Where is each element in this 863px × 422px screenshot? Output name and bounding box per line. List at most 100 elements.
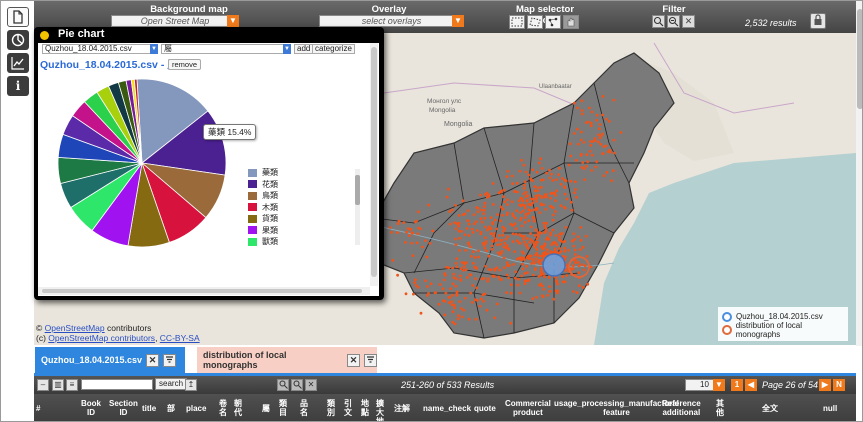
map-point[interactable] [506,169,510,173]
map-point[interactable] [464,296,467,300]
column-header[interactable]: 擴大地 [376,399,384,421]
map-point[interactable] [505,244,509,247]
map-point[interactable] [455,292,459,295]
map-point[interactable] [580,152,583,156]
map-point[interactable] [598,136,602,140]
filter-icon[interactable] [163,353,177,367]
map-point[interactable] [558,247,562,250]
map-point[interactable] [511,232,515,236]
map-point[interactable] [443,299,447,303]
map-point[interactable] [526,271,529,275]
map-point[interactable] [506,203,509,207]
map-point[interactable] [449,287,452,291]
map-point[interactable] [523,240,526,244]
map-point[interactable] [487,194,491,198]
map-point[interactable] [515,209,519,213]
menu-icon[interactable]: ≡ [66,379,78,391]
map-point[interactable] [462,265,466,269]
osm-contributors-link[interactable]: OpenStreetMap contributors [48,333,155,343]
map-point[interactable] [572,290,575,293]
map-point[interactable] [490,244,494,248]
map-point[interactable] [485,308,489,312]
search-button[interactable]: search [155,378,188,390]
map-point[interactable] [491,274,495,278]
map-point[interactable] [574,261,577,265]
map-point[interactable] [526,237,529,240]
map-point[interactable] [500,278,503,281]
map-point[interactable] [563,280,567,284]
map-point[interactable] [578,284,581,288]
map-point[interactable] [548,285,551,288]
map-point[interactable] [521,256,525,260]
map-point[interactable] [447,266,450,270]
map-point[interactable] [499,242,502,246]
map-point[interactable] [450,293,454,297]
map-point[interactable] [601,152,604,155]
map-point[interactable] [486,227,490,231]
map-point[interactable] [525,264,528,268]
map-point[interactable] [549,231,552,235]
map-point[interactable] [550,205,553,209]
map-point[interactable] [572,101,576,105]
map-point[interactable] [491,239,494,243]
map-point[interactable] [480,208,484,212]
polygon-select-icon[interactable] [527,15,543,29]
map-point[interactable] [604,117,608,121]
rectangle-select-icon[interactable] [509,15,525,29]
map-point[interactable] [520,274,524,278]
column-header[interactable]: 全文 [762,404,778,413]
map-point[interactable] [594,165,598,169]
map-point[interactable] [535,251,539,255]
close-icon[interactable]: ✕ [347,353,361,367]
map-point[interactable] [451,282,455,286]
map-point[interactable] [586,160,590,164]
map-point[interactable] [451,320,455,324]
pie-panel-titlebar[interactable]: Pie chart [34,27,384,43]
map-point[interactable] [560,177,564,180]
map-point[interactable] [533,189,537,193]
map-point[interactable] [414,278,417,282]
map-point[interactable] [505,261,509,264]
map-point[interactable] [544,207,548,211]
map-point[interactable] [529,203,533,207]
map-point[interactable] [527,278,531,282]
map-point[interactable] [542,251,545,255]
map-point[interactable] [559,250,563,253]
map-point[interactable] [529,254,533,258]
column-header[interactable]: 屬 [262,404,270,413]
map-point[interactable] [495,302,499,306]
map-point[interactable] [552,297,556,301]
map-point[interactable] [534,200,538,203]
pie-chart[interactable] [38,71,248,261]
map-point[interactable] [480,220,484,224]
map-point[interactable] [546,248,549,252]
map-point[interactable] [455,257,459,260]
map-point[interactable] [494,218,497,222]
map-point[interactable] [536,186,540,190]
map-point[interactable] [532,219,536,223]
map-point[interactable] [404,292,408,296]
map-point[interactable] [470,254,473,258]
map-point[interactable] [504,237,508,241]
map-point[interactable] [499,219,502,223]
map-point[interactable] [529,197,532,201]
collapse-icon[interactable]: – [37,379,49,391]
map-point[interactable] [601,113,605,117]
map-point[interactable] [514,232,518,236]
map-point[interactable] [513,276,517,280]
map-point[interactable] [531,168,535,172]
map-point[interactable] [589,265,593,269]
pie-legend-item[interactable]: 木類 [248,202,343,214]
close-icon[interactable]: ✕ [146,353,160,367]
map-point[interactable] [533,244,536,248]
prev-page-icon[interactable]: ◀ [745,379,757,391]
map-point[interactable] [479,193,482,197]
map-point[interactable] [459,278,462,281]
map-point[interactable] [406,227,410,230]
map-point[interactable] [528,240,532,244]
map-point[interactable] [530,257,534,261]
map-point[interactable] [563,246,567,250]
overlay-select[interactable]: select overlays ▼ [319,15,464,27]
map-point[interactable] [467,241,470,245]
map-point[interactable] [501,225,505,229]
